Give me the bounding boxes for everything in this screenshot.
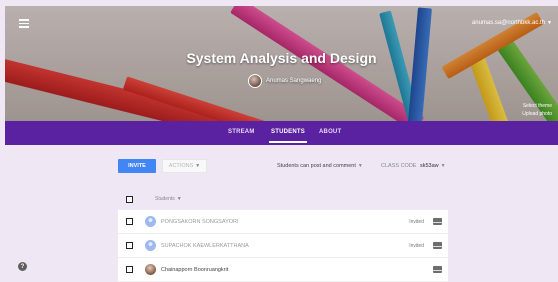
default-avatar-icon: [145, 216, 156, 227]
row-checkbox[interactable]: [126, 266, 133, 273]
chevron-down-icon: ▼: [357, 163, 363, 169]
student-row[interactable]: SUPACHOK KAEWLERKATTHANA Invited: [118, 234, 448, 258]
chevron-down-icon: ▼: [176, 196, 182, 202]
student-name: SUPACHOK KAEWLERKATTHANA: [161, 242, 249, 249]
student-row[interactable]: Chainapporn Boonruangkrit: [118, 258, 448, 282]
upload-photo-link[interactable]: Upload photo: [522, 110, 552, 118]
actions-dropdown[interactable]: ACTIONS ▼: [162, 159, 207, 173]
tab-students[interactable]: STUDENTS: [269, 129, 307, 143]
row-checkbox[interactable]: [126, 218, 133, 225]
theme-links: Select theme Upload photo: [522, 102, 552, 118]
help-circle-icon[interactable]: ?: [18, 262, 27, 271]
chevron-down-icon: ▼: [195, 163, 201, 169]
envelope-icon[interactable]: [433, 218, 442, 225]
select-all-checkbox[interactable]: [126, 195, 133, 203]
student-name: Chainapporn Boonruangkrit: [161, 266, 229, 273]
class-code-dropdown[interactable]: sk53aw ▼: [420, 163, 446, 169]
teacher-info: Anumas Sangwaeng: [248, 74, 321, 88]
student-name: PONGSAKORN SONGSAYORI: [161, 218, 239, 225]
student-list: Students ▼ PONGSAKORN SONGSAYORI Invited …: [118, 188, 448, 282]
post-permission-dropdown[interactable]: Students can post and comment ▼: [277, 163, 363, 169]
chevron-down-icon: ▼: [547, 20, 552, 26]
sort-dropdown[interactable]: Students ▼: [155, 196, 182, 202]
course-banner: anumas.sa@northbkk.ac.th ▼ System Analysi…: [5, 6, 558, 121]
student-row[interactable]: PONGSAKORN SONGSAYORI Invited: [118, 210, 448, 234]
class-code-value: sk53aw: [420, 163, 439, 169]
account-menu[interactable]: anumas.sa@northbkk.ac.th ▼: [472, 20, 552, 26]
course-title: System Analysis and Design: [186, 50, 377, 66]
default-avatar-icon: [145, 240, 156, 251]
teacher-name: Anumas Sangwaeng: [266, 78, 322, 84]
tab-about[interactable]: ABOUT: [319, 129, 341, 135]
invite-status: Invited: [409, 242, 424, 249]
teacher-avatar: [248, 74, 262, 88]
invite-status: Invited: [409, 218, 424, 225]
envelope-icon[interactable]: [433, 266, 442, 273]
invite-button[interactable]: INVITE: [118, 159, 156, 173]
student-avatar: [145, 264, 156, 275]
account-email: anumas.sa@northbkk.ac.th: [471, 20, 546, 26]
sort-label: Students: [155, 196, 175, 202]
class-code-label: CLASS CODE: [381, 163, 417, 169]
post-permission-label: Students can post and comment: [277, 163, 356, 169]
actions-label: ACTIONS: [168, 163, 194, 169]
row-checkbox[interactable]: [126, 242, 133, 249]
list-header: Students ▼: [118, 188, 448, 210]
hamburger-menu-icon[interactable]: [19, 19, 29, 28]
envelope-icon[interactable]: [433, 242, 442, 249]
tab-stream[interactable]: STREAM: [228, 129, 255, 135]
chevron-down-icon: ▼: [440, 163, 446, 169]
tab-bar: STREAM STUDENTS ABOUT: [5, 121, 558, 145]
select-theme-link[interactable]: Select theme: [522, 102, 552, 110]
